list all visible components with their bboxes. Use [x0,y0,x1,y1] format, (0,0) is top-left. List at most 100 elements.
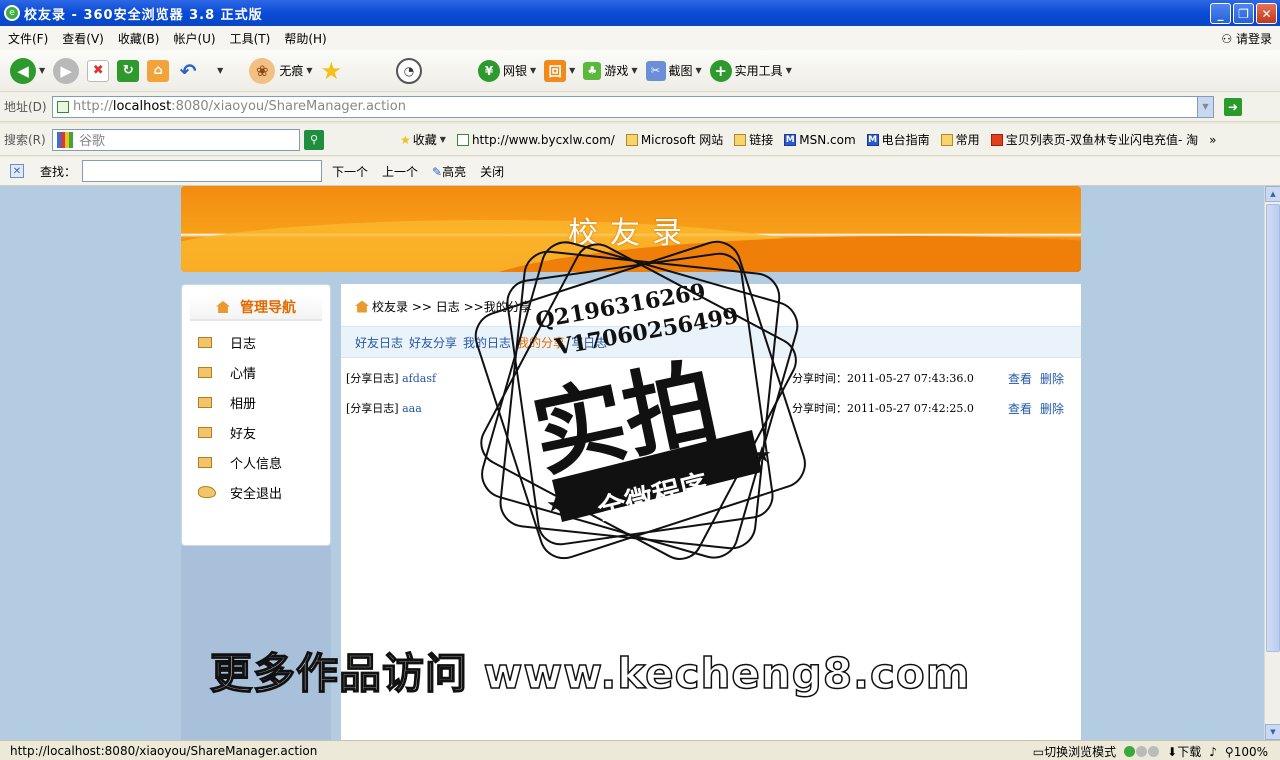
go-arrow-icon[interactable]: ➜ [1224,97,1242,116]
login-label: 请登录 [1235,32,1272,46]
highlight-button[interactable]: ✎高亮 [432,163,466,180]
favorites-more-icon[interactable]: » [1209,133,1216,147]
search-bar: 搜索(R) 谷歌 ⚲ ★ 收藏 ▼ http://www.bycxlw.com/ M… [0,124,1280,156]
menu-view[interactable]: 查看(V) [62,30,104,47]
incognito-button[interactable]: ❀ 无痕 ▼ [249,57,312,84]
tools-dropdown-icon[interactable]: ▼ [786,66,792,75]
refresh-icon[interactable]: ↻ [117,59,140,82]
bank-button[interactable]: ¥ 网银 ▼ [478,59,536,82]
delete-link[interactable]: 删除 [1040,372,1064,386]
share-title-link[interactable]: aaa [402,402,422,415]
sidebar-item-friends[interactable]: 好友 [182,417,330,447]
breadcrumb-home[interactable]: 校友录 [372,298,408,315]
scroll-down-icon[interactable]: ▼ [1265,724,1280,740]
download-button[interactable]: ⬇下载 [1167,743,1201,760]
login-link[interactable]: ⚇ 请登录 [1221,30,1272,47]
app-dropdown-icon[interactable]: ▼ [569,66,575,75]
sidebar-item-diary[interactable]: 日志 [182,327,330,357]
fav-link-6[interactable]: 常用 [940,131,980,148]
fav-link-1[interactable]: http://www.bycxlw.com/ [456,133,615,147]
fav-link-5[interactable]: M 电台指南 [866,131,930,148]
fav-link-4[interactable]: M MSN.com [784,132,856,147]
folder-icon [940,133,953,146]
sidebar-item-logout[interactable]: 安全退出 [182,477,330,507]
undo-close-icon[interactable]: ↶ [177,59,199,83]
history-clock-icon[interactable]: ◔ [396,57,422,84]
game-dropdown-icon[interactable]: ▼ [631,66,637,75]
sidebar-item-profile[interactable]: 个人信息 [182,447,330,477]
favorites-menu[interactable]: ★ 收藏 ▼ [400,131,446,148]
magnifier-icon: ⚲ [1224,744,1234,759]
address-dropdown-icon[interactable]: ▼ [1197,96,1213,117]
bank-dropdown-icon[interactable]: ▼ [530,66,536,75]
favorites-star-icon[interactable]: ★ [320,57,342,85]
breadcrumb: 校友录 >> 日志 >> 我的分享 [355,298,532,315]
close-find-icon[interactable]: ✕ [10,164,24,178]
back-icon[interactable]: ◀ [10,57,36,84]
menu-help[interactable]: 帮助(H) [284,30,326,47]
tab-bar: 好友日志 好友分享 我的日志 我的分享 写日志 [341,326,1081,358]
app-box-icon[interactable]: 回 [544,59,567,82]
scroll-up-icon[interactable]: ▲ [1265,186,1280,202]
incognito-dropdown-icon[interactable]: ▼ [306,66,312,75]
forward-icon[interactable]: ▶ [53,57,80,84]
scroll-thumb[interactable] [1266,204,1280,652]
stop-icon[interactable]: ✖ [87,59,110,82]
speaker-icon[interactable]: ♪ [1209,745,1217,759]
engine-toggle-icon[interactable] [1124,746,1160,757]
tab-friend-share[interactable]: 好友分享 [409,334,457,351]
fav-link-7[interactable]: 宝贝列表页-双鱼林专业闪电充值- 淘 [990,131,1198,148]
search-input[interactable]: 谷歌 [52,128,300,151]
user-icon: ⚇ [1221,32,1236,46]
toolbar: ◀ ▼ ▶ ✖ ↻ ⌂ ↶ ▼ ❀ 无痕 ▼ ★ ◔ ¥ 网银 ▼ 回 ▼ ♣ 游戏 ▼ ✂ 截图 ▼… [0,50,1280,92]
fav-link-2[interactable]: Microsoft 网站 [625,131,723,148]
address-input[interactable]: http://localhost:8080/xiaoyou/ShareManag… [52,95,1214,118]
breadcrumb-diary[interactable]: 日志 [436,298,460,315]
find-input[interactable] [82,160,323,182]
tab-write-diary[interactable]: 写日志 [571,334,607,351]
browse-mode-button[interactable]: ▭切换浏览模式 [1033,743,1116,760]
search-magnifier-icon[interactable]: ⚲ [304,129,324,150]
url-path: :8080/xiaoyou/ShareManager.action [171,99,406,114]
menu-tools[interactable]: 工具(T) [230,30,271,47]
tab-my-share[interactable]: 我的分享 [517,334,565,351]
undo-dropdown-icon[interactable]: ▼ [217,66,223,75]
home-icon[interactable]: ⌂ [147,59,170,82]
menu-favorites[interactable]: 收藏(B) [118,30,160,47]
delete-link[interactable]: 删除 [1040,402,1064,416]
find-next-button[interactable]: 下一个 [332,163,368,180]
zoom-control[interactable]: ⚲100% [1225,745,1268,759]
menu-file[interactable]: 文件(F) [8,30,48,47]
minimize-button[interactable]: _ [1210,3,1231,24]
tools-button[interactable]: + 实用工具 ▼ [709,59,792,82]
url-prefix: http:// [73,99,113,114]
menu-account[interactable]: 帐户(U) [173,30,215,47]
sidebar-item-label: 安全退出 [230,486,283,502]
tab-friend-diary[interactable]: 好友日志 [355,334,403,351]
close-button[interactable]: ✕ [1256,3,1277,24]
back-dropdown-icon[interactable]: ▼ [39,66,45,75]
sidebar-item-mood[interactable]: 心情 [182,357,330,387]
find-close-button[interactable]: 关闭 [480,163,504,180]
breadcrumb-separator: >> [411,299,432,314]
sidebar-header: 管理导航 [190,295,322,321]
hand-pointer-icon [198,486,216,498]
breadcrumb-separator: >> [463,299,484,314]
fav-link-4-label: MSN.com [799,132,856,147]
tab-my-diary[interactable]: 我的日志 [463,334,511,351]
find-prev-button[interactable]: 上一个 [382,163,418,180]
vertical-scrollbar[interactable]: ▲ ▼ [1264,186,1280,740]
screenshot-dropdown-icon[interactable]: ▼ [696,66,702,75]
book-icon [198,426,212,438]
fav-link-3[interactable]: 链接 [734,131,773,148]
plus-icon: + [709,59,732,82]
view-link[interactable]: 查看 [1008,402,1032,416]
view-link[interactable]: 查看 [1008,372,1032,386]
maximize-button[interactable]: ❐ [1233,3,1254,24]
star-icon: ★ [400,132,411,147]
sidebar-item-album[interactable]: 相册 [182,387,330,417]
taobao-icon [990,133,1003,146]
game-button[interactable]: ♣ 游戏 ▼ [583,61,638,80]
screenshot-button[interactable]: ✂ 截图 ▼ [645,60,702,81]
share-title-link[interactable]: afdasf [402,372,436,385]
